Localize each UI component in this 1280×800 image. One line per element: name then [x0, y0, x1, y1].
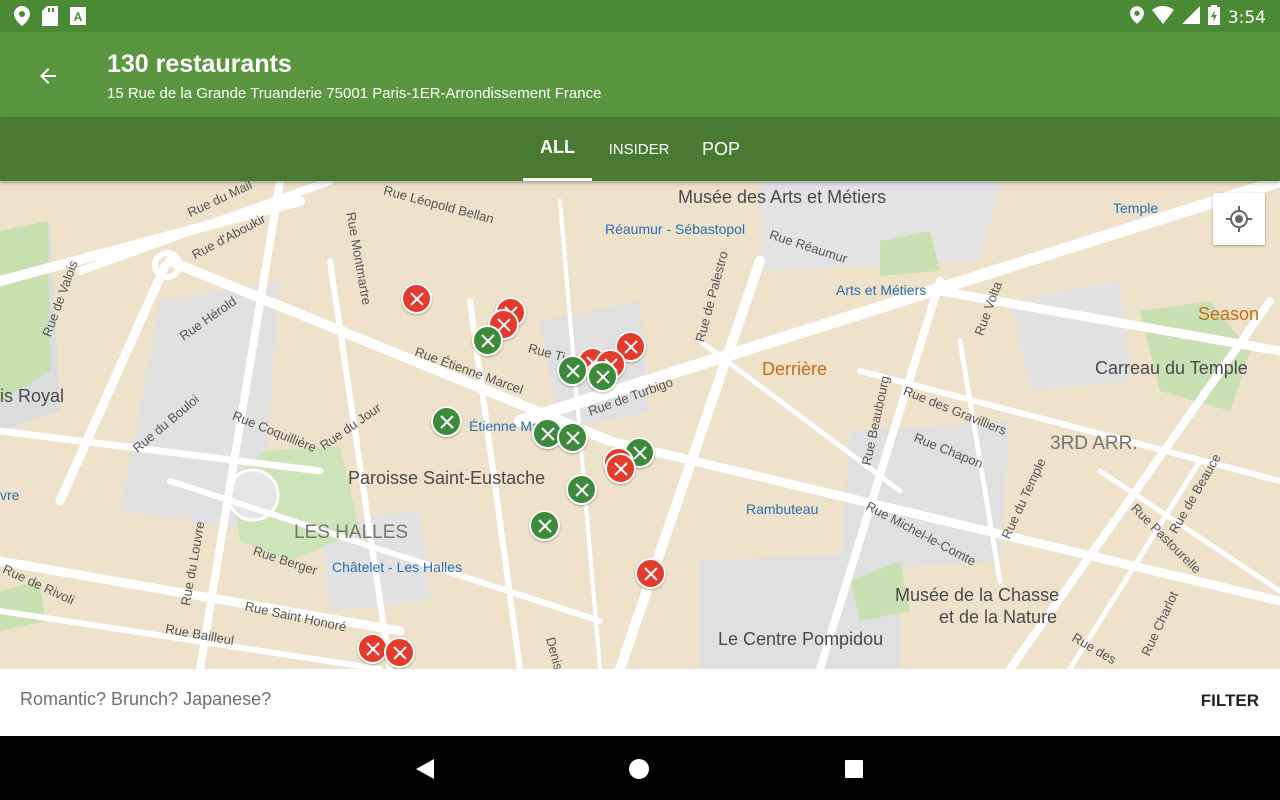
district-les-halles: LES HALLES — [294, 522, 409, 543]
metro-etienne-marcel: Étienne Ma — [469, 418, 540, 434]
search-bar: FILTER — [0, 669, 1280, 736]
restaurant-pin[interactable] — [587, 361, 618, 392]
restaurant-pin[interactable] — [605, 453, 636, 484]
fork-knife-icon — [613, 461, 628, 476]
fork-knife-icon — [595, 369, 610, 384]
nav-home-icon[interactable] — [624, 754, 654, 784]
nav-back-icon[interactable] — [410, 754, 440, 784]
restaurant-pin[interactable] — [431, 406, 462, 437]
signal-icon — [1181, 6, 1200, 29]
fork-knife-icon — [643, 566, 658, 581]
battery-charging-icon — [1207, 5, 1220, 30]
tab-bar: ALL INSIDER POP — [0, 117, 1280, 181]
location-icon — [14, 6, 30, 31]
status-bar: A 3:54 — [0, 0, 1280, 32]
poi-musee-chasse-line2: et de la Nature — [939, 607, 1058, 627]
wifi-icon — [1151, 6, 1174, 29]
filter-button[interactable]: FILTER — [1201, 691, 1259, 711]
map-view[interactable]: Musée des Arts et Métiers Réaumur - Séba… — [0, 181, 1280, 669]
page-title: 130 restaurants — [107, 50, 292, 78]
location-icon — [1129, 6, 1144, 29]
metro-chatelet: Châtelet - Les Halles — [332, 559, 462, 575]
poi-palais-royal: is Royal — [0, 386, 65, 406]
fork-knife-icon — [565, 363, 580, 378]
fork-knife-icon — [480, 333, 495, 348]
system-nav-bar — [0, 736, 1280, 800]
poi-derriere: Derrière — [762, 359, 828, 379]
crosshair-icon — [1226, 206, 1252, 232]
app-bar: 130 restaurants 15 Rue de la Grande Trua… — [0, 32, 1280, 117]
address-subtitle: 15 Rue de la Grande Truanderie 75001 Par… — [107, 85, 602, 102]
restaurant-pin[interactable] — [384, 637, 415, 668]
district-3rd-arr: 3RD ARR. — [1050, 433, 1138, 454]
fork-knife-icon — [537, 518, 552, 533]
tab-all[interactable]: ALL — [523, 117, 592, 181]
my-location-button[interactable] — [1213, 193, 1265, 245]
tab-insider[interactable]: INSIDER — [600, 117, 678, 181]
font-app-icon: A — [70, 7, 86, 30]
restaurant-pin[interactable] — [472, 325, 503, 356]
metro-arts-metiers: Arts et Métiers — [836, 282, 927, 298]
fork-knife-icon — [574, 482, 589, 497]
nav-recents-icon[interactable] — [839, 754, 869, 784]
fork-knife-icon — [409, 291, 424, 306]
metro-rambuteau: Rambuteau — [746, 501, 819, 517]
metro-reaumur-sebastopol: Réaumur - Sébastopol — [605, 221, 746, 237]
poi-musee-arts-metiers: Musée des Arts et Métiers — [678, 187, 887, 207]
back-arrow-icon[interactable] — [30, 58, 66, 94]
restaurant-pin[interactable] — [566, 474, 597, 505]
metro-temple: Temple — [1113, 200, 1159, 216]
label-louvre-fragment: vre — [0, 487, 20, 503]
poi-carreau-du-temple: Carreau du Temple — [1095, 358, 1248, 378]
poi-saint-eustache: Paroisse Saint-Eustache — [348, 468, 546, 488]
svg-text:A: A — [74, 10, 83, 24]
fork-knife-icon — [623, 339, 638, 354]
tab-pop[interactable]: POP — [692, 117, 750, 181]
poi-season: Season — [1198, 304, 1260, 324]
fork-knife-icon — [392, 645, 407, 660]
search-input[interactable] — [20, 689, 920, 710]
restaurant-pin[interactable] — [557, 355, 588, 386]
restaurant-pin[interactable] — [635, 558, 666, 589]
fork-knife-icon — [439, 414, 454, 429]
fork-knife-icon — [565, 430, 580, 445]
restaurant-pin[interactable] — [529, 510, 560, 541]
sd-card-icon — [42, 6, 58, 31]
fork-knife-icon — [540, 426, 555, 441]
restaurant-pin[interactable] — [401, 283, 432, 314]
fork-knife-icon — [365, 641, 380, 656]
poi-musee-chasse-line1: Musée de la Chasse — [895, 585, 1060, 605]
poi-centre-pompidou: Le Centre Pompidou — [718, 629, 884, 649]
restaurant-pin[interactable] — [557, 422, 588, 453]
clock-time: 3:54 — [1227, 7, 1266, 28]
